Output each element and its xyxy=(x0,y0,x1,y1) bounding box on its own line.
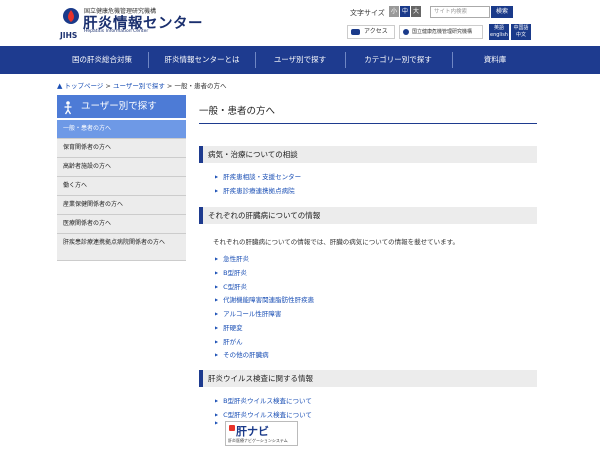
nav-divider xyxy=(345,52,346,68)
access-label: アクセス xyxy=(364,28,388,35)
section-heading-virus-test: 肝炎ウイルス検査に関する情報 xyxy=(199,370,537,387)
lang-en-label: 英語 xyxy=(493,25,504,31)
car-icon xyxy=(351,28,360,35)
font-size-small-button[interactable]: 小 xyxy=(389,6,399,17)
sidebar-item-workers[interactable]: 働く方へ xyxy=(57,177,186,196)
nav-item-library[interactable]: 資料庫 xyxy=(460,46,530,74)
section-heading-liver-diseases: それぞれの肝臓病についての情報 xyxy=(199,207,537,224)
font-size-medium-button[interactable]: 中 xyxy=(400,6,410,17)
sidebar-item-elderly-facility[interactable]: 高齢者施設の方へ xyxy=(57,158,186,177)
lang-en-sublabel: english xyxy=(490,32,508,38)
lang-zh-label: 中国語 xyxy=(513,25,529,31)
link-hepatitis-c[interactable]: C型肝炎 xyxy=(215,281,247,291)
breadcrumb: ▲ トップページ > ユーザー別で探す > 一般・患者の方へ xyxy=(57,80,226,90)
link-liver-hospital[interactable]: 肝疾患診療連携拠点病院 xyxy=(215,185,295,195)
sidebar-title: ユーザー別で探す xyxy=(57,95,186,118)
sidebar-item-medical[interactable]: 医療関係者の方へ xyxy=(57,215,186,234)
breadcrumb-home[interactable]: トップページ xyxy=(64,82,103,90)
section-heading-consultation: 病気・治療についての相談 xyxy=(199,146,537,163)
link-other-liver-diseases[interactable]: その他の肝臓病 xyxy=(215,349,269,359)
banner-subtitle: 肝炎医療ナビゲーションシステム xyxy=(228,438,288,443)
link-hbv-test[interactable]: B型肝炎ウイルス検査について xyxy=(215,395,312,405)
org-link-label: 国立健康危機管理研究機構 xyxy=(412,29,473,35)
breadcrumb-separator: > xyxy=(105,82,111,90)
nav-divider xyxy=(148,52,149,68)
nav-divider xyxy=(452,52,453,68)
breadcrumb-separator: > xyxy=(166,82,173,90)
org-link-button[interactable]: 国立健康危機管理研究機構 xyxy=(399,25,483,39)
logo-abbr: JIHS xyxy=(60,31,78,40)
link-hcv-test[interactable]: C型肝炎ウイルス検査について xyxy=(215,409,312,419)
banner-logo-icon xyxy=(229,425,235,431)
nav-item-by-category[interactable]: カテゴリー別で探す xyxy=(348,46,448,74)
home-icon: ▲ xyxy=(57,82,63,90)
nav-item-about[interactable]: 肝炎情報センターとは xyxy=(152,46,252,74)
link-consultation-center[interactable]: 肝疾患相談・支援センター xyxy=(215,171,301,181)
bullet-icon: ▶ xyxy=(215,420,219,425)
site-name-en: Hepatitis Information Center xyxy=(84,29,149,34)
breadcrumb-parent[interactable]: ユーザー別で探す xyxy=(113,82,165,90)
org-logo-icon xyxy=(403,28,409,35)
section-description: それぞれの肝臓病についての情報では、肝臓の病気についての情報を載せています。 xyxy=(213,238,459,246)
link-masld[interactable]: 代謝機能障害関連脂肪性肝疾患 xyxy=(215,294,314,304)
link-hepatitis-b[interactable]: B型肝炎 xyxy=(215,267,247,277)
global-nav: 国の肝炎総合対策 肝炎情報センターとは ユーザ別で探す カテゴリー別で探す 資料… xyxy=(0,46,600,74)
title-underline xyxy=(199,123,537,124)
page-title: 一般・患者の方へ xyxy=(199,106,276,117)
breadcrumb-current: 一般・患者の方へ xyxy=(174,82,227,90)
access-button[interactable]: アクセス xyxy=(347,25,395,39)
font-size-large-button[interactable]: 大 xyxy=(411,6,421,17)
link-acute-hepatitis[interactable]: 急性肝炎 xyxy=(215,253,249,263)
link-cirrhosis[interactable]: 肝硬変 xyxy=(215,322,243,332)
lang-zh-button[interactable]: 中国語 中文 xyxy=(511,24,531,40)
search-button[interactable]: 検索 xyxy=(491,6,513,18)
nav-item-national-policy[interactable]: 国の肝炎総合対策 xyxy=(60,46,144,74)
search-input[interactable]: サイト内検索 xyxy=(430,6,490,18)
link-liver-cancer[interactable]: 肝がん xyxy=(215,336,243,346)
sidebar-item-childcare[interactable]: 保育関係者の方へ xyxy=(57,139,186,158)
nav-item-by-user[interactable]: ユーザ別で探す xyxy=(258,46,342,74)
lang-en-button[interactable]: 英語 english xyxy=(489,24,509,40)
nav-divider xyxy=(255,52,256,68)
link-alcoholic-liver[interactable]: アルコール性肝障害 xyxy=(215,308,281,318)
font-size-label: 文字サイズ xyxy=(350,9,385,17)
lang-zh-sublabel: 中文 xyxy=(515,32,526,38)
person-icon xyxy=(63,100,73,115)
sidebar-item-occupational-health[interactable]: 産業保健関係者の方へ xyxy=(57,196,186,215)
sidebar-item-general[interactable]: 一般・患者の方へ xyxy=(57,120,186,139)
banner-title: 肝ナビ xyxy=(236,425,269,438)
sidebar-item-liver-hospital[interactable]: 肝疾患診療連携拠点病院関係者の方へ xyxy=(57,234,186,261)
